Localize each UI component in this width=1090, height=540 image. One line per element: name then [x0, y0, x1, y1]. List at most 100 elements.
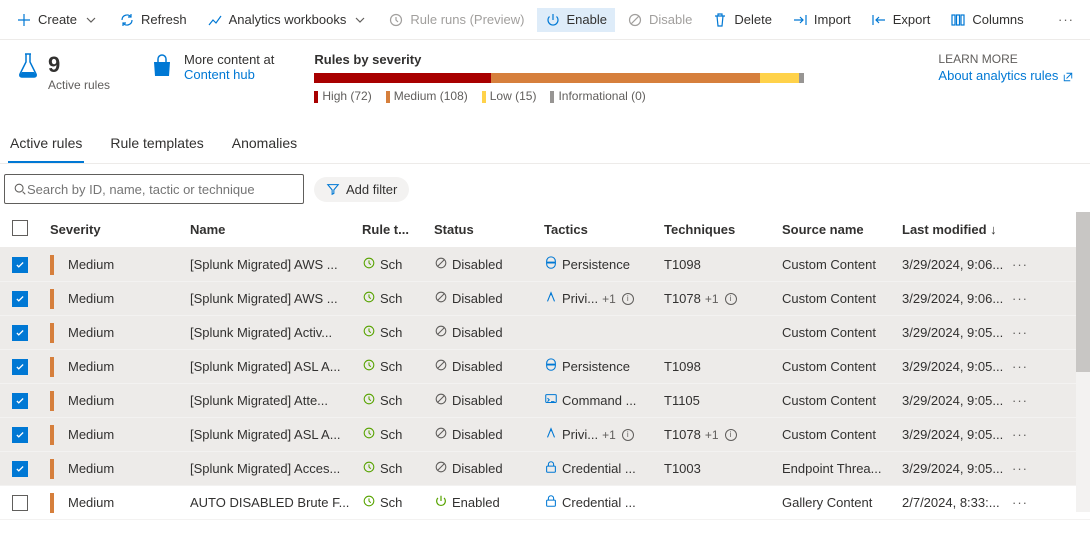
row-checkbox[interactable] [12, 427, 28, 443]
name-cell: [Splunk Migrated] AWS ... [186, 291, 358, 306]
chevron-down-icon [352, 12, 368, 28]
col-source[interactable]: Source name [778, 222, 898, 237]
tab-anomalies[interactable]: Anomalies [230, 125, 299, 163]
import-button[interactable]: Import [784, 8, 859, 32]
table-row[interactable]: Medium[Splunk Migrated] ASL A... Sch Dis… [0, 418, 1090, 452]
table-row[interactable]: Medium[Splunk Migrated] Atte... Sch Disa… [0, 384, 1090, 418]
workbooks-button[interactable]: Analytics workbooks [199, 8, 377, 32]
disable-button: Disable [619, 8, 700, 32]
export-button[interactable]: Export [863, 8, 939, 32]
row-checkbox[interactable] [12, 393, 28, 409]
legend-info: Informational (0) [550, 89, 645, 103]
legend-medium: Medium (108) [386, 89, 468, 103]
import-label: Import [814, 12, 851, 27]
table-row[interactable]: Medium[Splunk Migrated] AWS ... Sch Disa… [0, 282, 1090, 316]
status-icon [434, 324, 448, 341]
ruletype-cell: Sch [358, 460, 430, 477]
status-icon [434, 392, 448, 409]
table-row[interactable]: Medium[Splunk Migrated] ASL A... Sch Dis… [0, 350, 1090, 384]
refresh-button[interactable]: Refresh [111, 8, 195, 32]
table-row[interactable]: Medium[Splunk Migrated] Acces... Sch Dis… [0, 452, 1090, 486]
col-name[interactable]: Name [186, 222, 358, 237]
row-checkbox[interactable] [12, 325, 28, 341]
table-row[interactable]: Medium[Splunk Migrated] Activ... Sch Dis… [0, 316, 1090, 350]
disable-label: Disable [649, 12, 692, 27]
name-cell: [Splunk Migrated] Acces... [186, 461, 358, 476]
col-tactics[interactable]: Tactics [540, 222, 660, 237]
techniques-cell: T1078 +1i [660, 291, 778, 306]
status-icon [434, 290, 448, 307]
col-modified[interactable]: Last modified ↓ [898, 222, 1008, 237]
tactic-icon [544, 460, 558, 477]
status-cell: Disabled [430, 358, 540, 375]
columns-button[interactable]: Columns [942, 8, 1031, 32]
clock-icon [362, 256, 376, 273]
status-cell: Disabled [430, 426, 540, 443]
filter-icon [326, 182, 340, 196]
row-overflow-button[interactable]: ··· [1008, 427, 1038, 442]
search-input[interactable] [27, 182, 295, 197]
clock-icon [362, 460, 376, 477]
create-button[interactable]: Create [8, 8, 107, 32]
import-icon [792, 12, 808, 28]
delete-button[interactable]: Delete [704, 8, 780, 32]
row-checkbox[interactable] [12, 359, 28, 375]
tactics-cell: Persistence [540, 256, 660, 273]
source-cell: Gallery Content [778, 495, 898, 510]
export-icon [871, 12, 887, 28]
row-overflow-button[interactable]: ··· [1008, 461, 1038, 476]
row-overflow-button[interactable]: ··· [1008, 291, 1038, 306]
row-overflow-button[interactable]: ··· [1008, 495, 1038, 510]
tab-active-rules[interactable]: Active rules [8, 125, 84, 163]
row-overflow-button[interactable]: ··· [1008, 393, 1038, 408]
modified-cell: 3/29/2024, 9:06... [898, 291, 1008, 306]
enable-button[interactable]: Enable [537, 8, 615, 32]
select-all-checkbox[interactable] [12, 220, 28, 236]
delete-label: Delete [734, 12, 772, 27]
ruletype-cell: Sch [358, 290, 430, 307]
clock-icon [362, 290, 376, 307]
count-number: 9 [48, 52, 110, 78]
col-severity[interactable]: Severity [46, 222, 186, 237]
tactics-cell: Privi... +1i [540, 426, 660, 443]
toolbar-overflow-button[interactable]: ··· [1050, 8, 1082, 31]
search-input-wrapper[interactable] [4, 174, 304, 204]
col-techniques[interactable]: Techniques [660, 222, 778, 237]
power-icon [545, 12, 561, 28]
col-status[interactable]: Status [430, 222, 540, 237]
modified-cell: 2/7/2024, 8:33:... [898, 495, 1008, 510]
severity-cell: Medium [46, 357, 186, 377]
about-link[interactable]: About analytics rules [938, 68, 1074, 83]
command-toolbar: Create Refresh Analytics workbooks Rule … [0, 0, 1090, 40]
ruletype-cell: Sch [358, 426, 430, 443]
content-hub-link[interactable]: Content hub [184, 67, 255, 82]
severity-chart: Rules by severity High (72) Medium (108)… [314, 52, 898, 103]
col-ruletype[interactable]: Rule t... [358, 222, 430, 237]
active-rules-count: 9 Active rules [16, 52, 110, 92]
sev-bar-info [799, 73, 804, 83]
create-label: Create [38, 12, 77, 27]
scrollbar-thumb[interactable] [1076, 212, 1090, 372]
row-checkbox[interactable] [12, 461, 28, 477]
table-row[interactable]: MediumAUTO DISABLED Brute F... Sch Enabl… [0, 486, 1090, 520]
sev-bar-high [314, 73, 490, 83]
tab-rule-templates[interactable]: Rule templates [108, 125, 205, 163]
refresh-label: Refresh [141, 12, 187, 27]
severity-cell: Medium [46, 459, 186, 479]
status-cell: Disabled [430, 256, 540, 273]
row-overflow-button[interactable]: ··· [1008, 359, 1038, 374]
learn-more-heading: LEARN MORE [938, 52, 1017, 66]
row-checkbox[interactable] [12, 257, 28, 273]
source-cell: Custom Content [778, 325, 898, 340]
row-checkbox[interactable] [12, 291, 28, 307]
ruletype-cell: Sch [358, 324, 430, 341]
table-row[interactable]: Medium[Splunk Migrated] AWS ... Sch Disa… [0, 248, 1090, 282]
add-filter-button[interactable]: Add filter [314, 177, 409, 202]
row-checkbox[interactable] [12, 495, 28, 511]
clock-icon [362, 324, 376, 341]
row-overflow-button[interactable]: ··· [1008, 257, 1038, 272]
techniques-cell: T1098 [660, 257, 778, 272]
row-overflow-button[interactable]: ··· [1008, 325, 1038, 340]
techniques-cell: T1105 [660, 393, 778, 408]
ruletype-cell: Sch [358, 392, 430, 409]
